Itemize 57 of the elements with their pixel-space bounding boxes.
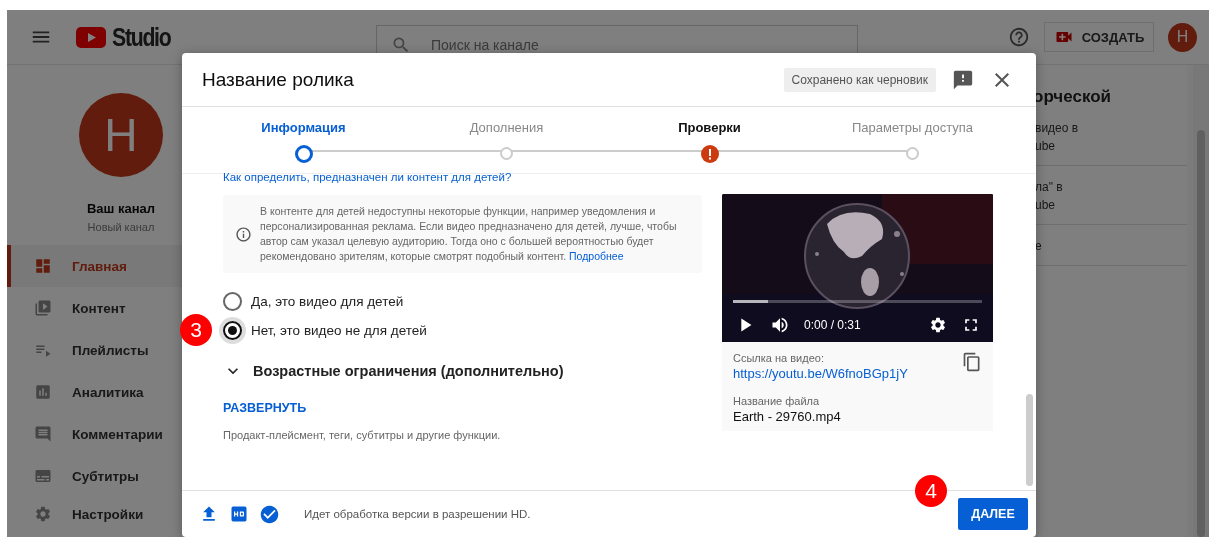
help-link[interactable]: Как определить, предназначен ли контент для детей?: [223, 171, 702, 183]
channel-name: Ваш канал: [86, 201, 156, 216]
video-link[interactable]: https://youtu.be/W6fnoBGp1jY: [733, 366, 962, 381]
hd-icon: [229, 504, 249, 524]
feedback-icon: [952, 68, 974, 91]
step-tab[interactable]: Проверки: [608, 107, 811, 173]
info-icon: [235, 225, 252, 243]
card-text: ube: [1035, 198, 1057, 212]
scrollbar-thumb[interactable]: [1197, 130, 1205, 537]
channel-avatar: Н: [79, 93, 163, 177]
dashboard-icon: [34, 257, 52, 275]
learn-more-link[interactable]: Подробнее: [569, 250, 624, 262]
file-name: Earth - 29760.mp4: [733, 409, 842, 424]
step-number-badge: 3: [180, 314, 212, 346]
draft-status: Сохранено как черновик: [783, 67, 936, 92]
copy-icon[interactable]: [962, 352, 982, 372]
card-text: видео в: [1035, 121, 1080, 135]
channel-subtitle: Новый канал: [87, 221, 155, 233]
card-text: ube: [1035, 139, 1057, 153]
card-text: е: [1035, 239, 1043, 253]
settings-icon: [34, 505, 52, 523]
processing-status: Идет обработка версии в разрешении HD.: [304, 508, 531, 520]
step-number-badge: 4: [915, 475, 947, 507]
dialog-title: Название ролика: [202, 68, 354, 91]
card-text: ла" в: [1035, 180, 1064, 194]
video-link-label: Ссылка на видео:: [733, 352, 825, 364]
step-tab[interactable]: Информация: [202, 107, 405, 173]
comment-icon: [34, 425, 52, 443]
step-tab[interactable]: Параметры доступа: [811, 107, 1014, 173]
subtitles-icon: [34, 467, 52, 485]
feedback-button[interactable]: [952, 68, 974, 91]
warning-icon: [700, 145, 719, 163]
panel-heading: орческой: [1032, 87, 1113, 107]
help-icon[interactable]: [1008, 26, 1030, 48]
sidebar-item[interactable]: Настройки: [7, 497, 227, 531]
step-tab[interactable]: Дополнения: [405, 107, 608, 173]
logo-text: Studio: [112, 22, 171, 52]
radio-option[interactable]: Да, это видео для детей: [223, 287, 702, 316]
volume-icon[interactable]: [770, 315, 790, 335]
info-text: В контенте для детей недоступны некоторые функции, например уведомления и персонализированная реклама. Если видео предназначено для детей, лучше, чтобы автор сам указал целевую аудиторию. Тогда оно с большей вероятностью будет рекомендовано зрителям, которые смотрят подобный контент. Подробнее: [260, 204, 678, 264]
settings-icon[interactable]: [929, 316, 947, 334]
logo-icon: [76, 26, 106, 48]
chart-icon: [34, 383, 52, 401]
expand-link[interactable]: РАЗВЕРНУТЬ: [223, 401, 307, 415]
file-name-label: Название файла: [733, 395, 821, 407]
age-restrictions-toggle[interactable]: Возрастные ограничения (дополнительно): [223, 361, 564, 381]
scrollbar-thumb[interactable]: [1026, 394, 1033, 486]
account-avatar[interactable]: Н: [1168, 22, 1197, 52]
video-library-icon: [34, 299, 52, 317]
sidebar-item[interactable]: Субтитры: [7, 455, 227, 497]
progress-track[interactable]: [733, 300, 982, 303]
create-button[interactable]: СОЗДАТЬ: [1044, 22, 1154, 52]
video-time: 0:00 / 0:31: [804, 318, 861, 332]
expand-description: Продакт-плейсмент, теги, субтитры и другие функции.: [223, 429, 502, 441]
step-dot: [294, 145, 313, 163]
next-button[interactable]: ДАЛЕЕ: [958, 498, 1028, 530]
radio-button[interactable]: [223, 292, 242, 311]
